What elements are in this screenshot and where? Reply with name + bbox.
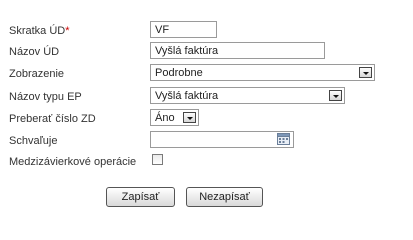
skratka-input[interactable] bbox=[150, 21, 217, 38]
nazov-input[interactable] bbox=[150, 42, 325, 59]
cancel-button[interactable]: Nezapísať bbox=[186, 187, 263, 207]
chevron-down-icon[interactable] bbox=[359, 67, 372, 78]
preberat-select[interactable]: Áno bbox=[150, 109, 199, 126]
typ-ep-select[interactable]: Vyšlá faktúra bbox=[150, 87, 345, 104]
schvaluje-input[interactable] bbox=[150, 131, 294, 148]
skratka-label: Skratka ÚD* bbox=[9, 25, 70, 37]
medzizavierkove-checkbox[interactable] bbox=[152, 154, 163, 165]
typ-ep-value: Vyšlá faktúra bbox=[155, 90, 219, 102]
save-button[interactable]: Zapísať bbox=[106, 187, 175, 207]
zobrazenie-value: Podrobne bbox=[155, 67, 203, 79]
typ-ep-label: Názov typu EP bbox=[9, 91, 82, 103]
zobrazenie-select[interactable]: Podrobne bbox=[150, 64, 375, 81]
medzizavierkove-label: Medzizávierkové operácie bbox=[9, 156, 137, 168]
field-row-medzizavierkove: Medzizávierkové operácie bbox=[0, 152, 413, 173]
field-row-nazov: Názov ÚD bbox=[0, 42, 413, 63]
calendar-icon[interactable] bbox=[277, 132, 291, 146]
zobrazenie-label: Zobrazenie bbox=[9, 68, 65, 80]
required-mark: * bbox=[65, 25, 70, 37]
chevron-down-icon[interactable] bbox=[183, 112, 196, 123]
field-row-skratka: Skratka ÚD* bbox=[0, 21, 413, 42]
field-row-typ-ep: Názov typu EP Vyšlá faktúra bbox=[0, 87, 413, 108]
field-row-schvaluje: Schvaľuje bbox=[0, 131, 413, 152]
chevron-down-icon[interactable] bbox=[329, 90, 342, 101]
preberat-label: Preberať číslo ZD bbox=[9, 113, 96, 125]
field-row-zobrazenie: Zobrazenie Podrobne bbox=[0, 64, 413, 85]
schvaluje-label: Schvaľuje bbox=[9, 135, 58, 147]
field-row-preberat: Preberať číslo ZD Áno bbox=[0, 109, 413, 130]
nazov-label: Názov ÚD bbox=[9, 46, 60, 58]
preberat-value: Áno bbox=[155, 112, 175, 124]
